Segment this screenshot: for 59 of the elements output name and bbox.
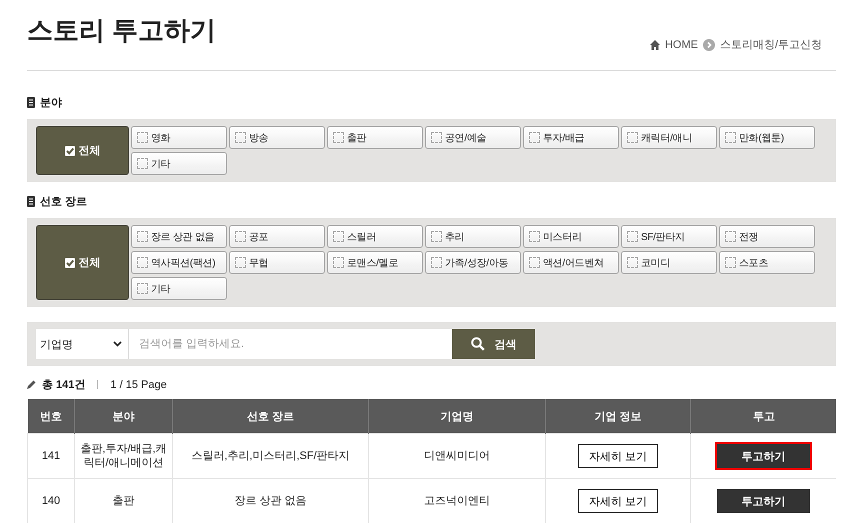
option-button[interactable]: 출판 [327, 126, 423, 149]
search-type-select[interactable]: 기업명 [36, 329, 129, 359]
document-icon [27, 97, 35, 108]
page-indicator: 1 / 15 Page [110, 378, 167, 390]
option-button[interactable]: 캐릭터/애니 [621, 126, 717, 149]
option-button[interactable]: 전쟁 [719, 225, 815, 248]
option-button[interactable]: 투자/배급 [523, 126, 619, 149]
option-button[interactable]: 공포 [229, 225, 325, 248]
search-field[interactable]: 검색어를 입력하세요. [129, 329, 452, 359]
option-button[interactable]: 코미디 [621, 251, 717, 274]
column-header: 기업명 [368, 399, 546, 434]
checkmark-icon [64, 258, 74, 268]
column-header: 투고 [690, 399, 836, 434]
section-label: 분야 [40, 96, 62, 110]
checkmark-icon [64, 146, 74, 156]
search-icon [470, 337, 484, 351]
document-icon [27, 196, 35, 207]
table-cell: 출판,투자/배급,캐릭터/애니메이션 [74, 434, 172, 478]
details-button[interactable]: 자세히 보기 [578, 444, 658, 468]
option-button[interactable]: 기타 [131, 277, 227, 300]
all-option-button[interactable]: 전체 [36, 225, 129, 300]
option-button[interactable]: 스포츠 [719, 251, 815, 274]
chevron-down-icon [113, 341, 122, 347]
table-cell: 140 [28, 478, 74, 523]
column-header: 번호 [28, 399, 74, 434]
table-cell: 스릴러,추리,미스터리,SF/판타지 [172, 434, 368, 478]
option-button[interactable]: 만화(웹툰) [719, 126, 815, 149]
option-button[interactable]: SF/판타지 [621, 225, 717, 248]
option-button[interactable]: 방송 [229, 126, 325, 149]
table-cell: 141 [28, 434, 74, 478]
all-option-button[interactable]: 전체 [36, 126, 129, 175]
table-cell: 디앤씨미디어 [368, 434, 546, 478]
option-button[interactable]: 미스터리 [523, 225, 619, 248]
pencil-icon [27, 380, 36, 389]
details-button[interactable]: 자세히 보기 [578, 489, 658, 513]
option-button[interactable]: 역사픽션(팩션) [131, 251, 227, 274]
column-header: 분야 [74, 399, 172, 434]
option-button[interactable]: 액션/어드벤쳐 [523, 251, 619, 274]
option-button[interactable]: 장르 상관 없음 [131, 225, 227, 248]
home-icon [650, 40, 660, 50]
submit-button[interactable]: 투고하기 [715, 442, 812, 470]
option-button[interactable]: 스릴러 [327, 225, 423, 248]
column-header: 기업 정보 [546, 399, 690, 434]
option-button[interactable]: 기타 [131, 152, 227, 175]
search-button[interactable]: 검색 [452, 329, 535, 359]
option-button[interactable]: 무협 [229, 251, 325, 274]
page-title: 스토리 투고하기 [27, 14, 216, 46]
option-button[interactable]: 영화 [131, 126, 227, 149]
section-label: 선호 장르 [40, 195, 88, 209]
submit-button[interactable]: 투고하기 [715, 487, 812, 515]
option-button[interactable]: 가족/성장/아동 [425, 251, 521, 274]
chevron-icon [702, 38, 715, 50]
column-header: 선호 장르 [172, 399, 368, 434]
option-button[interactable]: 추리 [425, 225, 521, 248]
breadcrumb-current[interactable]: 스토리매칭/투고신청 [720, 37, 822, 52]
option-button[interactable]: 로맨스/멜로 [327, 251, 423, 274]
option-button[interactable]: 공연/예술 [425, 126, 521, 149]
breadcrumb-link[interactable]: HOME [664, 38, 698, 50]
total-count: 총 141건 [42, 378, 86, 392]
